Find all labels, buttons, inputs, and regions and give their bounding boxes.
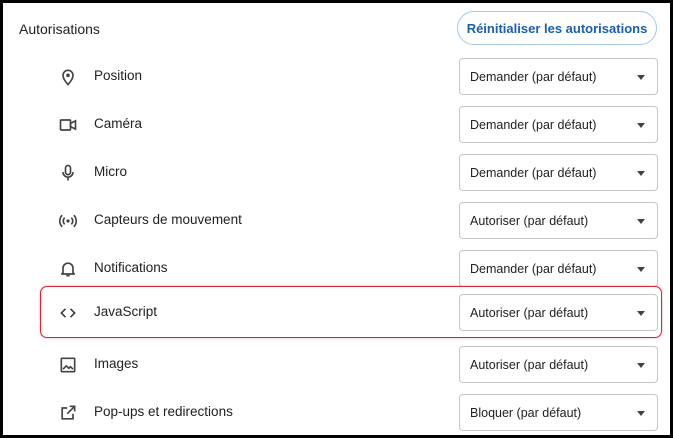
motion-sensor-icon — [58, 211, 78, 231]
permission-row-notifications: Notifications Demander (par défaut) — [3, 247, 670, 291]
permission-row-images: Images Autoriser (par défaut) — [3, 343, 670, 387]
select-value: Demander (par défaut) — [470, 117, 597, 132]
permission-label: Images — [94, 356, 139, 371]
dropdown-arrow-icon — [637, 75, 645, 80]
dropdown-arrow-icon — [637, 267, 645, 272]
select-value: Bloquer (par défaut) — [470, 405, 582, 420]
permission-label: Pop-ups et redirections — [94, 404, 233, 419]
permission-label: Notifications — [94, 260, 168, 275]
select-value: Demander (par défaut) — [470, 165, 597, 180]
permission-select-position[interactable]: Demander (par défaut) — [459, 58, 658, 95]
permission-label: Position — [94, 68, 143, 83]
permission-select-camera[interactable]: Demander (par défaut) — [459, 106, 658, 143]
select-value: Autoriser (par défaut) — [470, 357, 589, 372]
permission-select-images[interactable]: Autoriser (par défaut) — [459, 346, 658, 383]
microphone-icon — [58, 163, 78, 183]
permission-select-popups[interactable]: Bloquer (par défaut) — [459, 394, 658, 431]
permission-select-javascript[interactable]: Autoriser (par défaut) — [459, 294, 658, 331]
permission-row-microphone: Micro Demander (par défaut) — [3, 151, 670, 195]
dropdown-arrow-icon — [637, 411, 645, 416]
image-icon — [58, 355, 78, 375]
permission-row-popups: Pop-ups et redirections Bloquer (par déf… — [3, 391, 670, 435]
dropdown-arrow-icon — [637, 311, 645, 316]
permission-label: JavaScript — [94, 304, 158, 319]
permission-row-camera: Caméra Demander (par défaut) — [3, 103, 670, 147]
bell-icon — [58, 259, 78, 279]
dropdown-arrow-icon — [637, 219, 645, 224]
permission-select-motion-sensors[interactable]: Autoriser (par défaut) — [459, 202, 658, 239]
permission-select-microphone[interactable]: Demander (par défaut) — [459, 154, 658, 191]
select-value: Demander (par défaut) — [470, 261, 597, 276]
dropdown-arrow-icon — [637, 363, 645, 368]
code-icon — [58, 303, 78, 323]
reset-permissions-button[interactable]: Réinitialiser les autorisations — [457, 11, 657, 45]
permission-label: Caméra — [94, 116, 143, 131]
dropdown-arrow-icon — [637, 171, 645, 176]
permission-row-motion-sensors: Capteurs de mouvement Autoriser (par déf… — [3, 199, 670, 243]
site-settings-panel: Autorisations Réinitialiser les autorisa… — [3, 3, 670, 435]
select-value: Autoriser (par défaut) — [470, 213, 589, 228]
section-title: Autorisations — [19, 21, 100, 37]
dropdown-arrow-icon — [637, 123, 645, 128]
permission-select-notifications[interactable]: Demander (par défaut) — [459, 250, 658, 287]
select-value: Autoriser (par défaut) — [470, 305, 589, 320]
location-pin-icon — [58, 67, 78, 87]
camera-icon — [58, 115, 78, 135]
permission-row-javascript: JavaScript Autoriser (par défaut) — [3, 291, 670, 335]
select-value: Demander (par défaut) — [470, 69, 597, 84]
external-link-icon — [58, 403, 78, 423]
permission-row-position: Position Demander (par défaut) — [3, 55, 670, 99]
permission-label: Micro — [94, 164, 127, 179]
permission-label: Capteurs de mouvement — [94, 212, 242, 227]
